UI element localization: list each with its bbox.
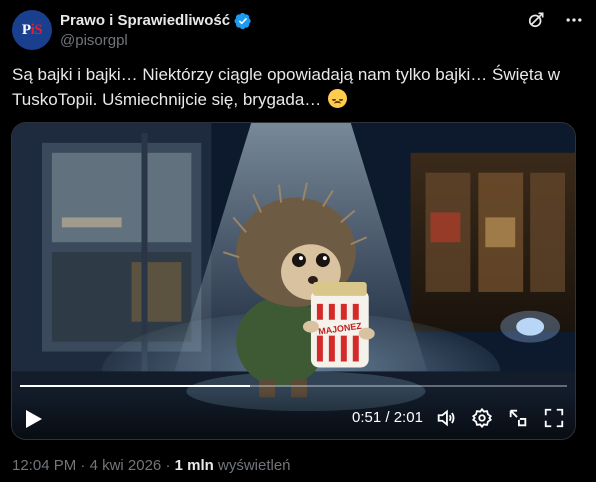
duration: 2:01 — [393, 409, 423, 426]
pip-icon[interactable] — [507, 407, 529, 429]
tweet-text: Są bajki i bajki… Niektórzy ciągle opowi… — [12, 62, 584, 112]
tweet-date[interactable]: 4 kwi 2026 — [90, 457, 162, 474]
tweet-meta: 12:04 PM · 4 kwi 2026 · 1 mln wyświetleń — [12, 457, 291, 474]
meta-separator: · — [161, 457, 175, 474]
video-player[interactable]: MAJONEZ 0:51 / 2:01 — [11, 122, 576, 440]
video-progress-bar[interactable] — [20, 385, 567, 387]
display-name-text[interactable]: Prawo i Sprawiedliwość — [60, 12, 230, 29]
more-icon[interactable] — [564, 10, 584, 30]
tweet-header: PiS Prawo i Sprawiedliwość @pisorgpl — [12, 8, 584, 52]
author-handle[interactable]: @pisorgpl — [60, 32, 252, 49]
current-time: 0:51 — [352, 409, 382, 426]
play-icon[interactable] — [25, 409, 43, 429]
views-count: 1 mln — [174, 457, 214, 474]
settings-gear-icon[interactable] — [471, 407, 493, 429]
pensive-face-emoji-icon — [328, 89, 348, 108]
video-time: 0:51 / 2:01 — [352, 409, 423, 426]
views-label: wyświetleń — [213, 457, 291, 474]
time-separator: / — [381, 409, 394, 426]
header-actions — [526, 10, 584, 30]
author-display-name[interactable]: Prawo i Sprawiedliwość — [60, 11, 252, 30]
author-names: Prawo i Sprawiedliwość @pisorgpl — [60, 11, 252, 49]
avatar-logo: PiS — [21, 21, 43, 38]
verified-badge-icon[interactable] — [234, 12, 252, 30]
meta-separator: · — [76, 457, 90, 474]
volume-icon[interactable] — [435, 407, 457, 429]
tweet-text-content: Są bajki i bajki… Niektórzy ciągle opowi… — [12, 65, 561, 109]
fullscreen-icon[interactable] — [543, 407, 565, 429]
tweet-time[interactable]: 12:04 PM — [12, 457, 76, 474]
avatar[interactable]: PiS — [12, 10, 52, 50]
video-progress-fill — [20, 385, 250, 387]
grok-icon[interactable] — [526, 10, 546, 30]
